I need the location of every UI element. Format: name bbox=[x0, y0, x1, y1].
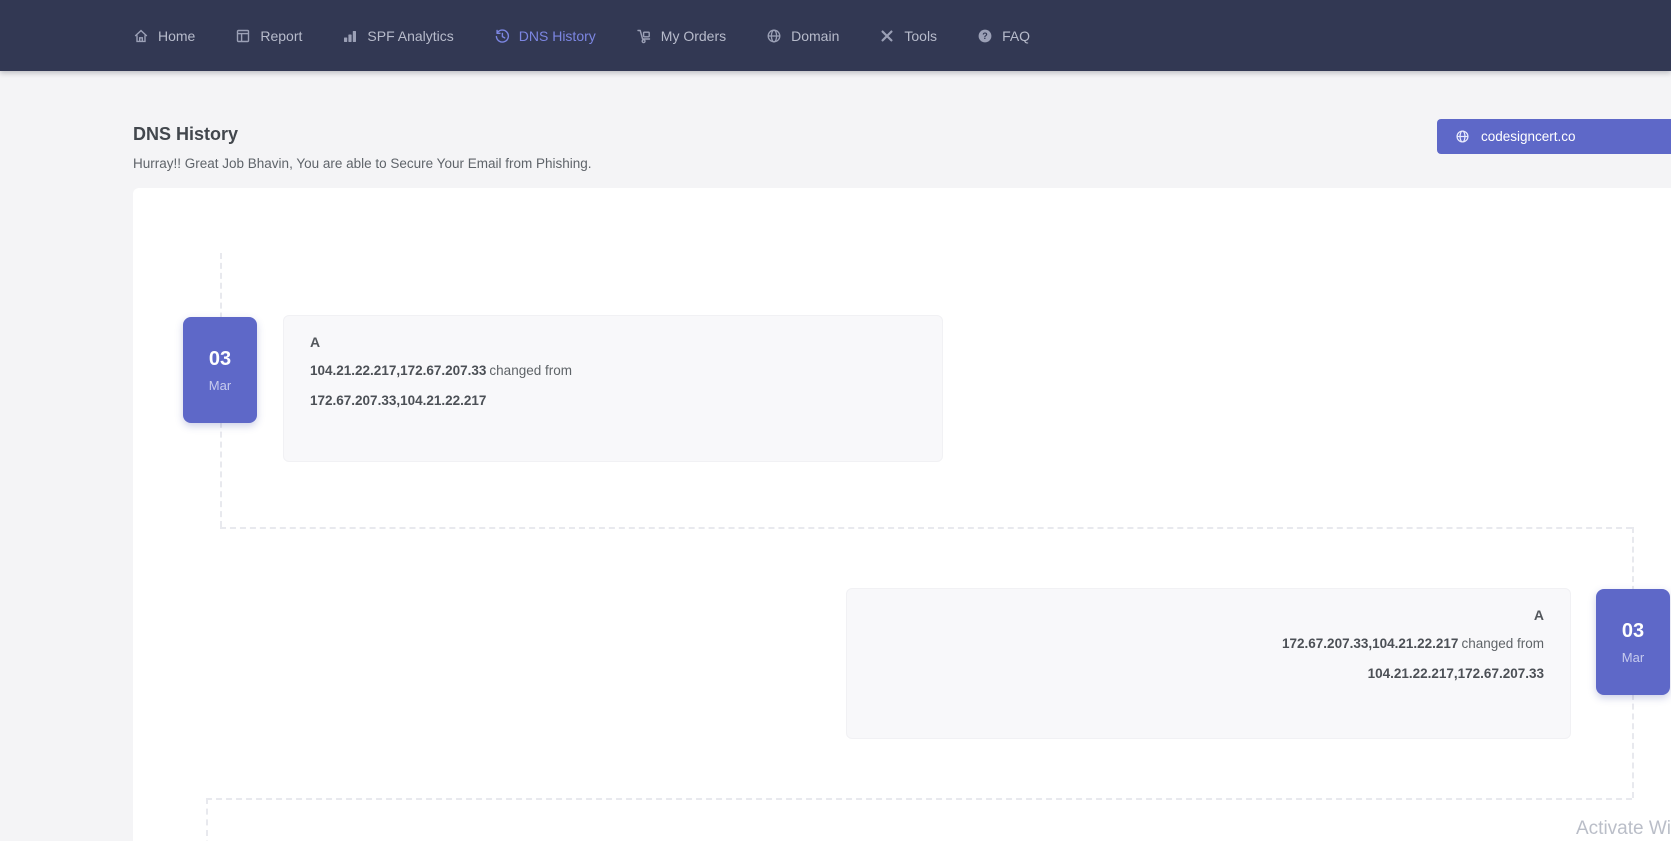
nav-item-home[interactable]: Home bbox=[133, 28, 195, 44]
nav-item-label: Tools bbox=[904, 28, 937, 44]
nav-item-spf-analytics[interactable]: SPF Analytics bbox=[342, 28, 453, 44]
date-day: 03 bbox=[209, 348, 231, 371]
globe-icon bbox=[766, 28, 782, 44]
faq-icon: ? bbox=[977, 28, 993, 44]
page-title: DNS History bbox=[133, 124, 238, 145]
nav-item-label: Home bbox=[158, 28, 195, 44]
nav-item-tools[interactable]: Tools bbox=[879, 28, 937, 44]
nav-item-label: SPF Analytics bbox=[367, 28, 453, 44]
new-value: 172.67.207.33,104.21.22.217 bbox=[1282, 636, 1458, 651]
change-text: changed from bbox=[1461, 636, 1544, 651]
timeline-line-segment bbox=[206, 798, 208, 841]
nav-item-dns-history[interactable]: DNS History bbox=[494, 28, 596, 44]
domain-selector-button[interactable]: codesigncert.co bbox=[1437, 119, 1671, 154]
date-day: 03 bbox=[1622, 620, 1644, 643]
home-icon bbox=[133, 28, 149, 44]
orders-icon bbox=[636, 28, 652, 44]
change-text: changed from bbox=[489, 363, 572, 378]
timeline-line-segment bbox=[206, 798, 1632, 800]
timeline-date-badge: 03 Mar bbox=[1596, 589, 1670, 695]
tools-icon bbox=[879, 28, 895, 44]
dns-history-panel: 03 Mar A 104.21.22.217,172.67.207.33chan… bbox=[133, 188, 1671, 841]
timeline-line-segment bbox=[220, 527, 1632, 529]
nav-item-my-orders[interactable]: My Orders bbox=[636, 28, 726, 44]
nav-item-label: Report bbox=[260, 28, 302, 44]
nav-item-label: My Orders bbox=[661, 28, 726, 44]
record-type: A bbox=[873, 607, 1544, 623]
analytics-icon bbox=[342, 28, 358, 44]
nav-item-report[interactable]: Report bbox=[235, 28, 302, 44]
svg-text:?: ? bbox=[982, 31, 988, 41]
report-icon bbox=[235, 28, 251, 44]
new-value: 104.21.22.217,172.67.207.33 bbox=[310, 363, 486, 378]
dns-history-page: Home Report SPF Analytics bbox=[0, 0, 1671, 841]
date-month: Mar bbox=[209, 378, 231, 393]
top-navigation: Home Report SPF Analytics bbox=[0, 0, 1671, 71]
history-icon bbox=[494, 28, 510, 44]
globe-icon bbox=[1455, 129, 1470, 144]
domain-button-label: codesigncert.co bbox=[1481, 129, 1576, 144]
nav-item-label: Domain bbox=[791, 28, 839, 44]
date-month: Mar bbox=[1622, 650, 1644, 665]
dns-change-card: A 104.21.22.217,172.67.207.33changed fro… bbox=[283, 315, 943, 462]
dns-change-card: A 172.67.207.33,104.21.22.217changed fro… bbox=[846, 588, 1571, 739]
nav-item-label: DNS History bbox=[519, 28, 596, 44]
timeline-date-badge: 03 Mar bbox=[183, 317, 257, 423]
activate-windows-watermark: Activate Wi bbox=[1576, 818, 1671, 840]
old-value: 172.67.207.33,104.21.22.217 bbox=[310, 393, 486, 408]
nav-item-faq[interactable]: ? FAQ bbox=[977, 28, 1030, 44]
record-type: A bbox=[310, 334, 916, 350]
page-subtitle: Hurray!! Great Job Bhavin, You are able … bbox=[133, 156, 592, 171]
old-value: 104.21.22.217,172.67.207.33 bbox=[1368, 666, 1544, 681]
nav-item-domain[interactable]: Domain bbox=[766, 28, 839, 44]
nav-item-label: FAQ bbox=[1002, 28, 1030, 44]
